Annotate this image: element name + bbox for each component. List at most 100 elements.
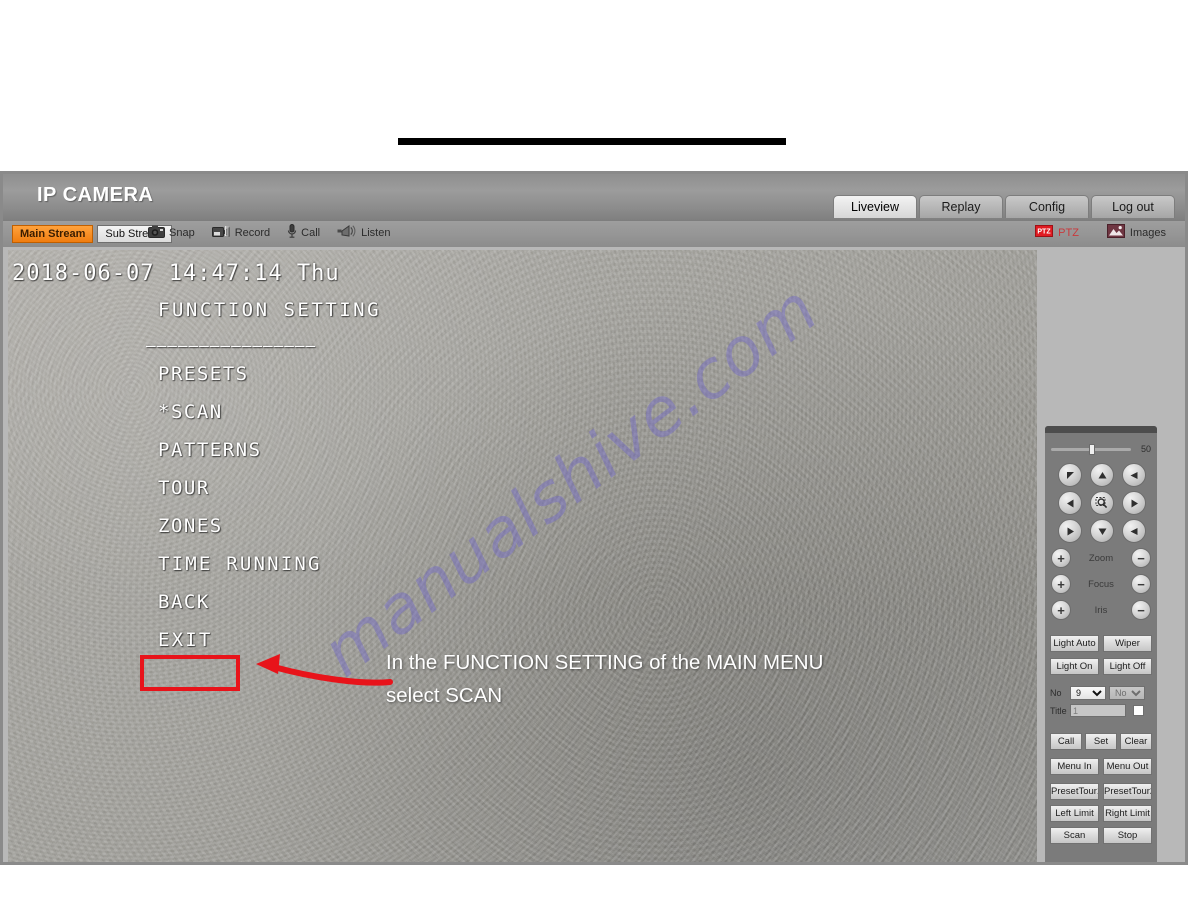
osd-menu-item-patterns[interactable]: PATTERNS [158,431,322,469]
osd-menu-item-presets[interactable]: PRESETS [158,355,322,393]
scan-stop-buttons: Scan Stop [1050,827,1152,844]
ptz-down-button[interactable] [1090,519,1114,543]
osd-menu-item-exit[interactable]: EXIT [158,621,322,659]
preset-set-button[interactable]: Set [1085,733,1117,750]
iris-open-button[interactable]: + [1051,600,1071,620]
window-border-bottom [0,862,1188,865]
light-on-button[interactable]: Light On [1050,658,1099,675]
preset-title-row: Title [1050,703,1152,718]
speed-value-label: 50 [1140,444,1151,454]
zoom-out-button[interactable]: − [1130,548,1151,568]
ptz-right-button[interactable] [1122,491,1146,515]
light-auto-button[interactable]: Light Auto [1050,635,1099,652]
call-button[interactable]: Call [287,224,320,241]
video-camera-icon [211,225,231,241]
scan-limit-buttons: Left Limit Right Limit [1050,805,1152,822]
ptz-toggle-button[interactable]: PTZ PTZ [1035,225,1079,240]
listen-label: Listen [361,226,391,239]
preset-number-row: No 9 NoLI [1050,685,1152,700]
arrow-up-left-icon [1066,471,1074,479]
light-off-button[interactable]: Light Off [1103,658,1152,675]
tab-config[interactable]: Config [1005,195,1089,218]
preset-tour-1-button[interactable]: PresetTour1 [1050,783,1099,800]
redacted-text-bar [398,138,786,145]
focus-far-button[interactable]: − [1131,574,1151,594]
preset-settings: No 9 NoLI Title [1050,685,1152,721]
live-video-player[interactable]: 2018-06-07 14:47:14 Thu FUNCTION SETTING… [8,250,1037,865]
toolbar-right-actions: PTZ PTZ Images [1035,224,1166,241]
tab-liveview[interactable]: Liveview [833,195,917,218]
record-button[interactable]: Record [211,225,271,241]
main-stream-button[interactable]: Main Stream [12,225,94,243]
preset-title-checkbox[interactable] [1133,705,1144,716]
arrow-up-right-icon [1130,471,1137,479]
snap-label: Snap [169,226,195,239]
stop-button[interactable]: Stop [1103,827,1152,844]
osd-menu-item-scan[interactable]: *SCAN [158,393,322,431]
zoom-control-row: + Zoom − [1051,545,1151,571]
osd-menu-list: PRESETS *SCAN PATTERNS TOUR ZONES TIME R… [158,355,322,659]
tab-replay[interactable]: Replay [919,195,1003,218]
ptz-up-right-button[interactable] [1122,463,1146,487]
osd-menu-item-tour[interactable]: TOUR [158,469,322,507]
ptz-label: PTZ [1058,226,1079,239]
speed-slider-thumb[interactable] [1089,443,1096,455]
preset-tour-2-button[interactable]: PresetTour2 [1103,783,1152,800]
arrow-up-icon [1098,471,1106,478]
record-label: Record [234,226,271,239]
ptz-speed-slider[interactable]: 50 [1051,442,1151,456]
arrow-right-icon [1131,499,1138,507]
svg-text:PTZ: PTZ [1038,229,1052,236]
menu-out-button[interactable]: Menu Out [1103,758,1152,775]
preset-tour-buttons: PresetTour1 PresetTour2 [1050,783,1152,800]
preset-clear-button[interactable]: Clear [1120,733,1152,750]
ptz-left-button[interactable] [1058,491,1082,515]
ptz-panel-header [1045,426,1157,433]
scan-button[interactable]: Scan [1050,827,1099,844]
arrow-left-icon [1066,499,1073,507]
ptz-up-button[interactable] [1090,463,1114,487]
preset-call-button[interactable]: Call [1050,733,1082,750]
microphone-icon [287,224,297,241]
page-root: IP CAMERA Liveview Replay Config Log out… [0,0,1188,918]
wiper-button[interactable]: Wiper [1103,635,1152,652]
ip-camera-web-ui: IP CAMERA Liveview Replay Config Log out… [0,171,1188,865]
annotation-line-1: In the FUNCTION SETTING of the MAIN MENU [386,651,824,674]
preset-action-buttons: Call Set Clear [1050,733,1152,750]
snap-button[interactable]: Snap [148,225,195,241]
left-limit-button[interactable]: Left Limit [1050,805,1099,822]
focus-near-button[interactable]: + [1051,574,1071,594]
preset-title-input[interactable] [1070,704,1126,717]
ptz-center-zoom-area-button[interactable] [1090,491,1114,515]
ptz-down-left-button[interactable] [1058,519,1082,543]
preset-no-select[interactable]: 9 [1070,685,1106,700]
annotation-callout-text: In the FUNCTION SETTING of the MAIN MENU… [386,646,946,712]
osd-menu-item-time-running[interactable]: TIME RUNNING [158,545,322,583]
ptz-lens-controls: + Zoom − + Focus − + Iris − [1051,545,1151,623]
osd-timestamp: 2018-06-07 14:47:14 Thu [12,261,340,286]
focus-control-row: + Focus − [1051,571,1151,597]
ptz-direction-pad [1054,461,1150,545]
osd-divider: ———————————————— [146,336,317,355]
tab-logout[interactable]: Log out [1091,195,1175,218]
images-button[interactable]: Images [1106,224,1166,241]
menu-in-button[interactable]: Menu In [1050,758,1099,775]
ptz-down-right-button[interactable] [1122,519,1146,543]
ptz-control-panel: 50 + Zoom − + Focus − + Iris − Light Aut… [1045,426,1157,865]
listen-button[interactable]: Listen [337,225,390,240]
osd-menu-item-zones[interactable]: ZONES [158,507,322,545]
speed-slider-track[interactable] [1051,443,1131,455]
zoom-in-button[interactable]: + [1051,548,1071,568]
osd-menu-buttons: Menu In Menu Out [1050,758,1152,775]
iris-close-button[interactable]: − [1130,600,1151,620]
ptz-up-left-button[interactable] [1058,463,1082,487]
preset-mode-select[interactable]: NoLI [1109,685,1145,700]
osd-menu-item-back[interactable]: BACK [158,583,322,621]
osd-menu-title: FUNCTION SETTING [158,299,382,321]
page-title: IP CAMERA [37,184,154,206]
osd-overlay: 2018-06-07 14:47:14 Thu FUNCTION SETTING… [8,250,1037,865]
arrow-down-left-icon [1067,527,1074,535]
ptz-icon: PTZ [1035,225,1054,240]
right-limit-button[interactable]: Right Limit [1103,805,1152,822]
toolbar-actions: Snap Record Call Listen [148,224,390,241]
